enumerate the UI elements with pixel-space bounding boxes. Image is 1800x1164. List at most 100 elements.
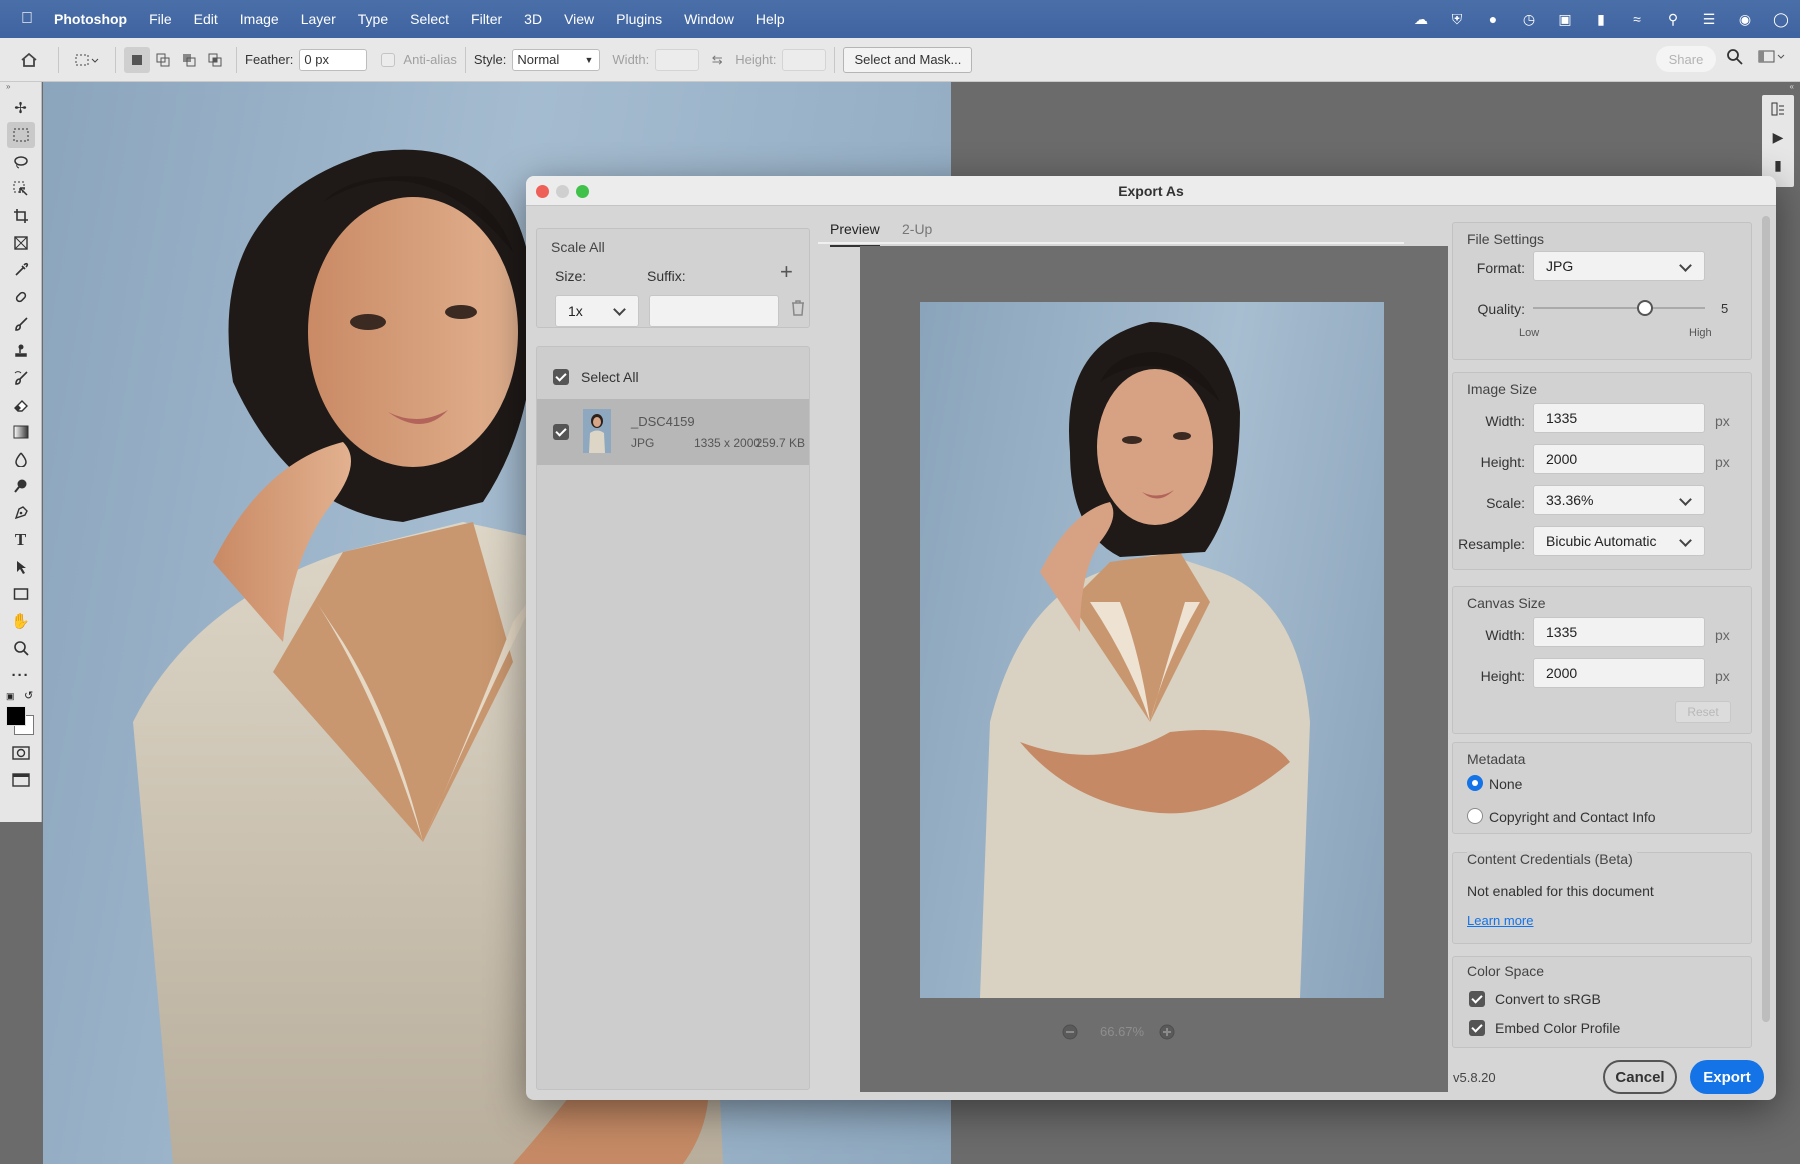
asset-checkbox[interactable] (553, 424, 569, 440)
spotlight-icon[interactable]: ⚲ (1664, 10, 1682, 28)
close-window-button[interactable] (536, 185, 549, 198)
apple-icon[interactable]:  (0, 10, 54, 28)
menu-view[interactable]: View (564, 11, 594, 27)
object-select-tool-icon[interactable] (7, 176, 35, 202)
format-select[interactable]: JPG (1533, 251, 1705, 281)
brush-tool-icon[interactable] (7, 311, 35, 337)
move-tool-icon[interactable]: ✢ (7, 95, 35, 121)
battery-icon[interactable]: ▮ (1592, 10, 1610, 28)
screen-mode-icon[interactable] (7, 767, 35, 793)
menu-app-name[interactable]: Photoshop (54, 11, 127, 27)
image-height-input[interactable]: 2000 (1533, 444, 1705, 474)
stamp-tool-icon[interactable] (7, 338, 35, 364)
antialias-checkbox[interactable] (381, 52, 396, 67)
canvas-width-input[interactable]: 1335 (1533, 617, 1705, 647)
rectangle-tool-icon[interactable] (7, 581, 35, 607)
learn-more-link[interactable]: Learn more (1467, 913, 1533, 928)
width-input[interactable] (655, 48, 700, 71)
image-width-input[interactable]: 1335 (1533, 403, 1705, 433)
menu-file[interactable]: File (149, 11, 172, 27)
dodge-tool-icon[interactable] (7, 473, 35, 499)
control-center-icon[interactable]: ☰ (1700, 10, 1718, 28)
resample-select[interactable]: Bicubic Automatic (1533, 526, 1705, 556)
marquee-preset-icon[interactable] (67, 47, 107, 73)
default-colors-icon[interactable]: ▣ (6, 691, 15, 702)
menu-3d[interactable]: 3D (524, 11, 542, 27)
zoom-window-button[interactable] (576, 185, 589, 198)
suffix-input[interactable] (649, 295, 779, 327)
canvas-height-input[interactable]: 2000 (1533, 658, 1705, 688)
menu-type[interactable]: Type (358, 11, 388, 27)
menu-layer[interactable]: Layer (301, 11, 336, 27)
blur-tool-icon[interactable] (7, 446, 35, 472)
menu-help[interactable]: Help (756, 11, 785, 27)
crop-tool-icon[interactable] (7, 203, 35, 229)
history-panel-icon[interactable] (1762, 95, 1794, 123)
quick-mask-icon[interactable] (7, 740, 35, 766)
gradient-tool-icon[interactable] (7, 419, 35, 445)
sync-icon[interactable]: ● (1484, 10, 1502, 28)
pen-tool-icon[interactable] (7, 500, 35, 526)
menu-image[interactable]: Image (240, 11, 279, 27)
preview-area[interactable]: 66.67% (860, 246, 1448, 1092)
tab-2-up[interactable]: 2-Up (902, 221, 932, 237)
collapse-icon[interactable]: » (0, 82, 41, 94)
tab-preview[interactable]: Preview (830, 221, 880, 247)
quality-slider-thumb[interactable] (1636, 300, 1653, 316)
home-icon[interactable] (8, 47, 50, 73)
siri-icon[interactable]: ◉ (1736, 10, 1754, 28)
type-tool-icon[interactable]: T (7, 527, 35, 553)
add-scale-icon[interactable]: + (780, 259, 793, 285)
zoom-tool-icon[interactable] (7, 635, 35, 661)
asset-row[interactable]: _DSC4159 JPG 1335 x 2000 259.7 KB (537, 399, 809, 465)
foreground-color-swatch[interactable] (6, 706, 26, 726)
menu-select[interactable]: Select (410, 11, 449, 27)
metadata-none-radio[interactable] (1467, 775, 1483, 791)
new-selection-icon[interactable] (124, 46, 150, 73)
history-brush-tool-icon[interactable] (7, 365, 35, 391)
marquee-tool-icon[interactable] (6, 122, 35, 148)
embed-profile-checkbox[interactable] (1469, 1020, 1485, 1036)
menu-window[interactable]: Window (684, 11, 734, 27)
display-icon[interactable]: ▣ (1556, 10, 1574, 28)
add-selection-icon[interactable] (150, 47, 176, 73)
hand-tool-icon[interactable]: ✋ (7, 608, 35, 634)
subtract-selection-icon[interactable] (176, 47, 202, 73)
swap-colors-icon[interactable]: ↺ (24, 689, 33, 702)
more-tools-icon[interactable]: ··· (7, 662, 35, 688)
path-select-tool-icon[interactable] (7, 554, 35, 580)
select-all-checkbox[interactable] (553, 369, 569, 385)
feather-input[interactable]: 0 px (299, 48, 368, 71)
cloud-icon[interactable]: ☁ (1412, 10, 1430, 28)
intersect-selection-icon[interactable] (202, 47, 228, 73)
quality-slider[interactable] (1533, 300, 1705, 316)
convert-srgb-checkbox[interactable] (1469, 991, 1485, 1007)
zoom-out-icon[interactable] (1062, 1024, 1078, 1043)
scale-select[interactable]: 33.36% (1533, 485, 1705, 515)
menu-filter[interactable]: Filter (471, 11, 502, 27)
lasso-tool-icon[interactable] (7, 149, 35, 175)
menu-edit[interactable]: Edit (194, 11, 218, 27)
search-icon[interactable] (1726, 48, 1744, 69)
shield-icon[interactable]: ⛨ (1448, 10, 1466, 28)
settings-scrollbar[interactable] (1762, 216, 1770, 1022)
export-button[interactable]: Export (1690, 1060, 1764, 1094)
trash-icon[interactable] (790, 299, 806, 320)
height-input[interactable] (782, 48, 827, 71)
share-button[interactable]: Share (1656, 46, 1716, 72)
healing-brush-tool-icon[interactable] (7, 284, 35, 310)
size-select[interactable]: 1x (555, 295, 639, 327)
select-and-mask-button[interactable]: Select and Mask... (843, 46, 973, 73)
reset-button[interactable]: Reset (1675, 701, 1731, 723)
workspace-icon[interactable] (1758, 49, 1786, 68)
minimize-window-button[interactable] (556, 185, 569, 198)
time-machine-icon[interactable]: ◷ (1520, 10, 1538, 28)
style-select[interactable]: Normal ▼ (512, 48, 601, 71)
frame-tool-icon[interactable] (7, 230, 35, 256)
wifi-icon[interactable]: ≈ (1628, 10, 1646, 28)
comments-icon[interactable]: ▮ (1762, 151, 1794, 179)
notification-icon[interactable]: ◯ (1772, 10, 1790, 28)
zoom-in-icon[interactable] (1159, 1024, 1175, 1043)
menu-plugins[interactable]: Plugins (616, 11, 662, 27)
eraser-tool-icon[interactable] (7, 392, 35, 418)
